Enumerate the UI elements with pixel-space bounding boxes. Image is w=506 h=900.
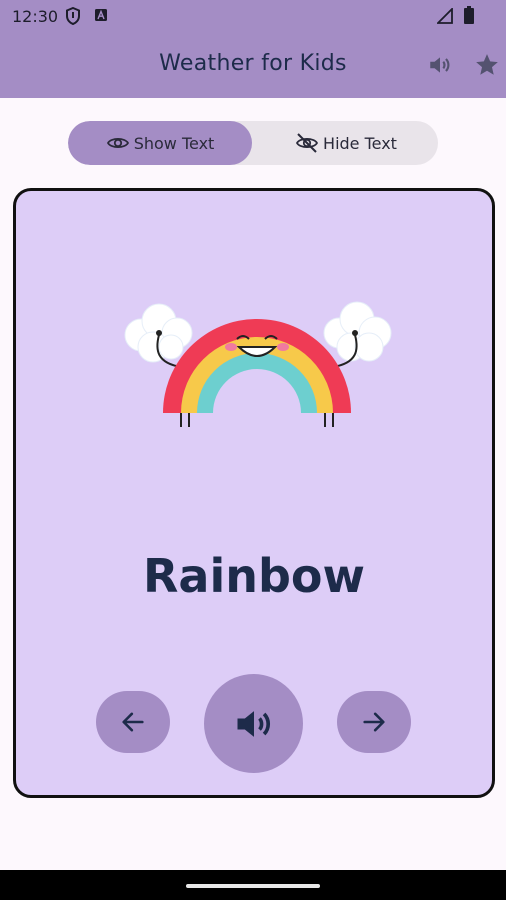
signal-icon (437, 8, 453, 24)
arrow-left-icon (122, 712, 144, 732)
hide-text-label: Hide Text (323, 133, 397, 153)
status-bar: 12:30 (0, 0, 506, 32)
arrow-right-icon (363, 712, 385, 732)
system-nav-bar (0, 870, 506, 900)
rainbow-illustration (124, 301, 392, 427)
eye-off-icon (296, 133, 319, 153)
shield-icon (66, 7, 80, 25)
next-button[interactable] (337, 691, 411, 753)
star-icon[interactable] (474, 52, 500, 78)
speak-button[interactable] (204, 674, 303, 773)
volume-icon (237, 710, 270, 737)
previous-button[interactable] (96, 691, 170, 753)
app-bar: Weather for Kids (0, 32, 506, 98)
flash-card: Rainbow (13, 188, 495, 798)
home-gesture-handle[interactable] (186, 884, 320, 888)
text-visibility-toggle: Show Text Hide Text (68, 121, 438, 165)
status-time: 12:30 (12, 7, 59, 26)
battery-icon (464, 6, 474, 24)
show-text-label: Show Text (133, 133, 215, 153)
sound-icon[interactable] (427, 52, 453, 78)
hide-text-button[interactable]: Hide Text (254, 121, 438, 165)
show-text-button[interactable]: Show Text (68, 121, 252, 165)
eye-icon (106, 137, 129, 149)
a-notification-icon (95, 9, 107, 21)
card-word: Rainbow (142, 549, 365, 603)
